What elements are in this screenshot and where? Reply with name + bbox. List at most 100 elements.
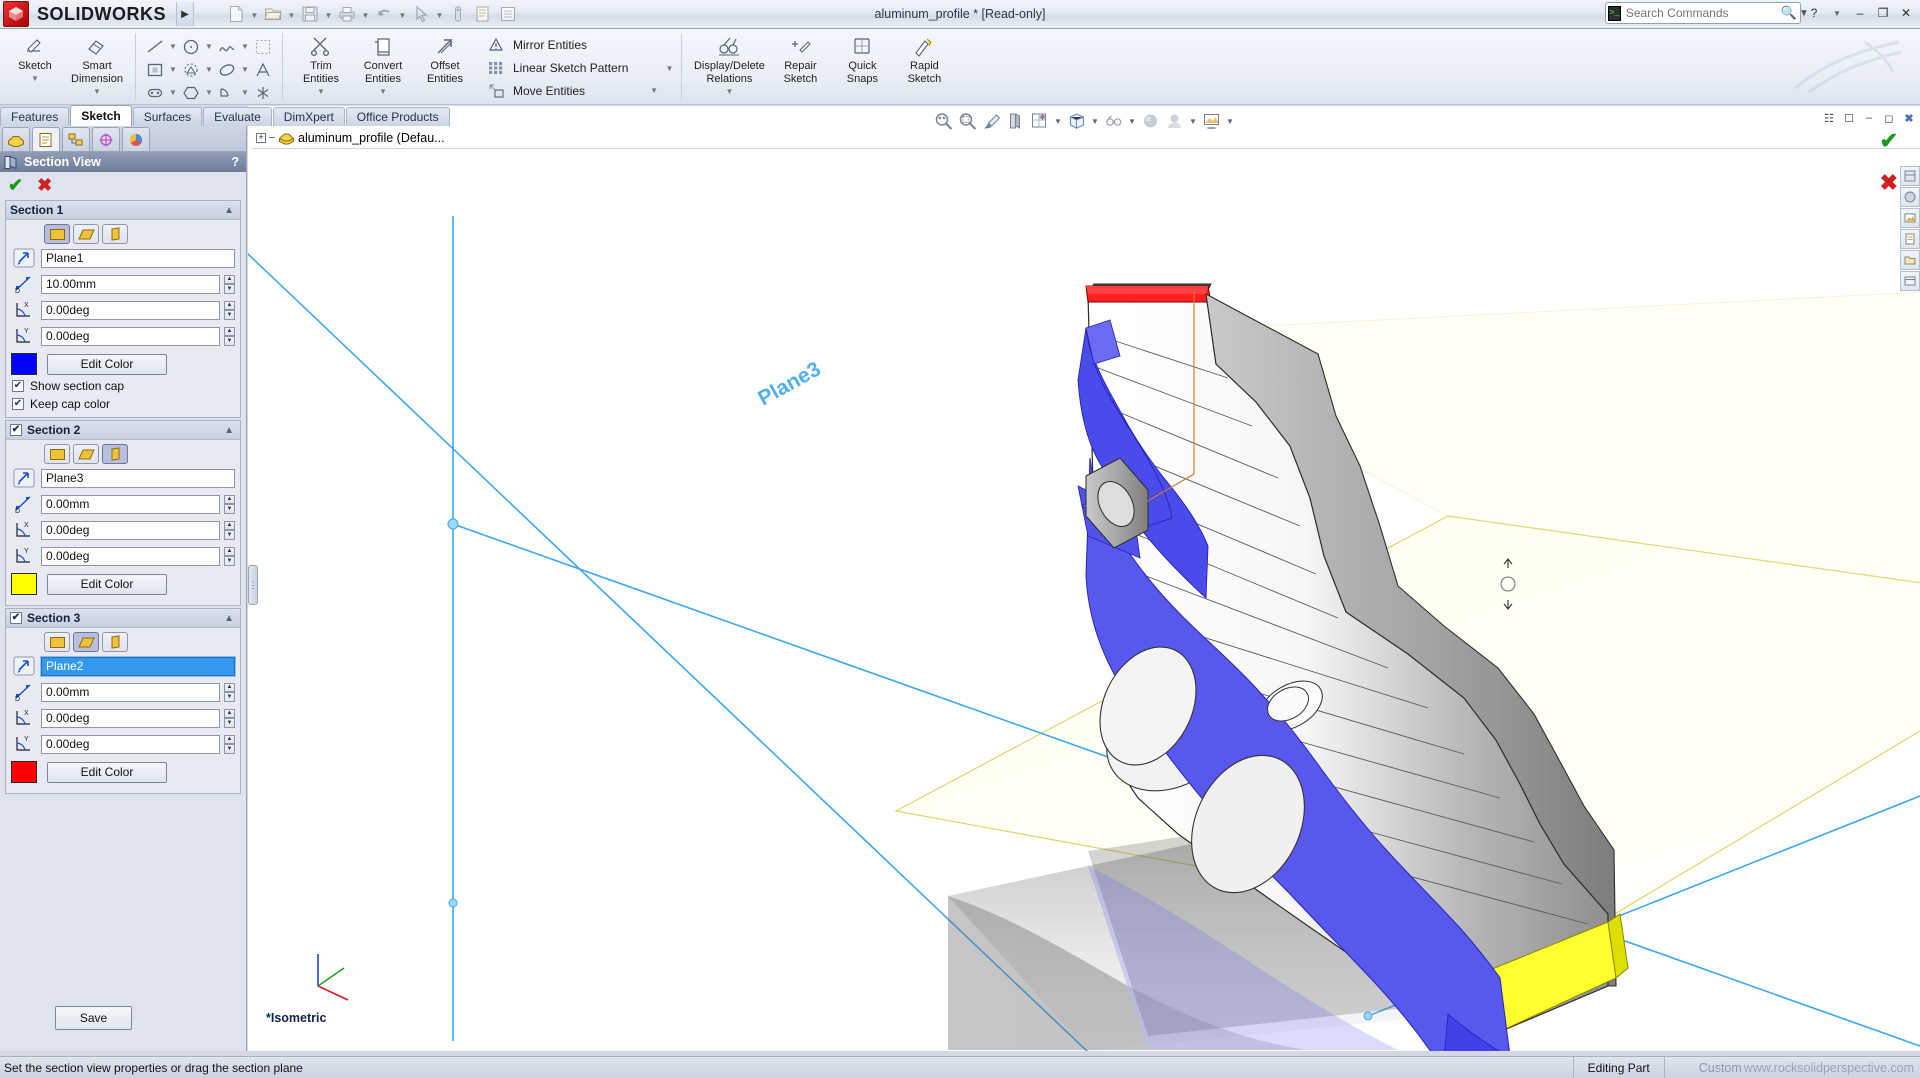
section-3-roty-spinner[interactable]: ▲▼ [224, 735, 235, 754]
tab-office-products[interactable]: Office Products [346, 107, 450, 126]
file-properties-icon[interactable] [471, 2, 495, 26]
select-cursor-icon[interactable] [409, 2, 433, 26]
rectangle-icon[interactable] [143, 60, 167, 80]
section-2-offset-field[interactable]: 0.00mm [41, 495, 220, 514]
rebuild-icon[interactable] [446, 2, 470, 26]
section-3-offset-spinner[interactable]: ▲▼ [224, 683, 235, 702]
linear-sketch-pattern-item[interactable]: Linear Sketch Pattern ▼ [484, 57, 674, 80]
smart-dimension-button[interactable]: Smart Dimension ▼ [66, 31, 128, 96]
section-1-collapse-icon[interactable]: ▲ [224, 205, 234, 216]
help-question-icon[interactable]: ? [231, 155, 239, 169]
rectangle-dropdown-icon[interactable]: ▼ [168, 60, 178, 80]
circle-dropdown-icon[interactable]: ▼ [204, 37, 214, 57]
smart-dimension-dropdown-icon[interactable]: ▼ [93, 87, 101, 96]
tab-evaluate[interactable]: Evaluate [203, 107, 272, 126]
slot-icon[interactable] [143, 83, 167, 103]
polygon-icon[interactable] [179, 83, 203, 103]
design-library-icon[interactable] [1900, 250, 1920, 270]
reference-plane-selector-icon[interactable] [11, 467, 37, 489]
confirm-cancel-icon[interactable]: ✖ [1880, 170, 1898, 196]
hide-show-items-icon[interactable] [1103, 110, 1125, 132]
section-1-roty-spinner[interactable]: ▲▼ [224, 327, 235, 346]
section-1-plane-front-button[interactable] [44, 224, 70, 244]
panel-splitter-handle[interactable]: ⋮ [248, 565, 258, 605]
text-icon[interactable] [251, 60, 275, 80]
arc-dropdown-icon[interactable]: ▼ [240, 83, 250, 103]
section-2-offset-spinner[interactable]: ▲▼ [224, 495, 235, 514]
view-settings-dropdown-icon[interactable]: ▼ [1225, 110, 1236, 132]
property-manager-tab[interactable] [32, 127, 60, 151]
section-2-plane-field[interactable]: Plane3 [41, 469, 235, 488]
minimize-button[interactable]: – [1850, 3, 1870, 23]
section-3-plane-field[interactable]: Plane2 [41, 657, 235, 676]
feature-tree-root-label[interactable]: aluminum_profile (Defau... [298, 131, 445, 145]
spline-icon[interactable] [215, 37, 239, 57]
section-3-rotx-spinner[interactable]: ▲▼ [224, 709, 235, 728]
section-1-header[interactable]: Section 1 ▲ [6, 201, 240, 220]
section-2-enable-checkbox[interactable]: ✔ [10, 424, 22, 436]
zoom-to-area-icon[interactable] [957, 110, 979, 132]
section-3-header[interactable]: ✔ Section 3 ▲ [6, 609, 240, 628]
quick-snaps-button[interactable]: Quick Snaps [831, 31, 893, 85]
save-dropdown-icon[interactable]: ▼ [323, 2, 334, 26]
close-window-icon[interactable]: ✖ [1900, 110, 1918, 126]
mirror-entities-item[interactable]: Mirror Entities [484, 34, 617, 57]
section-3-edit-color-button[interactable]: Edit Color [47, 762, 167, 783]
section-2-plane-right-button[interactable] [102, 444, 128, 464]
section-1-edit-color-button[interactable]: Edit Color [47, 354, 167, 375]
slot-dropdown-icon[interactable]: ▼ [168, 83, 178, 103]
view-orientation-dropdown-icon[interactable]: ▼ [1053, 110, 1064, 132]
help-icon[interactable]: ? [1804, 3, 1824, 23]
polygon-sketch-dropdown-icon[interactable]: ▼ [204, 60, 214, 80]
zoom-to-fit-icon[interactable] [933, 110, 955, 132]
maximize-window-icon[interactable]: ◻ [1880, 110, 1898, 126]
print-dropdown-icon[interactable]: ▼ [360, 2, 371, 26]
section-2-rotx-spinner[interactable]: ▲▼ [224, 521, 235, 540]
edit-appearance-icon[interactable] [1140, 110, 1162, 132]
open-document-icon[interactable] [261, 2, 285, 26]
feature-manager-tab[interactable] [2, 127, 30, 151]
section-2-roty-spinner[interactable]: ▲▼ [224, 547, 235, 566]
show-section-cap-row[interactable]: ✔ Show section cap [11, 379, 235, 393]
options-icon[interactable] [496, 2, 520, 26]
rapid-sketch-button[interactable]: Rapid Sketch [893, 31, 955, 85]
confirm-ok-icon[interactable]: ✔ [1880, 128, 1898, 154]
sketch-dropdown-icon[interactable]: ▼ [31, 74, 39, 83]
tile-windows-icon[interactable]: ☷ [1820, 110, 1838, 126]
section-1-rotx-field[interactable]: 0.00deg [41, 301, 220, 320]
display-delete-relations-button[interactable]: Display/Delete Relations ▼ [689, 31, 769, 96]
apply-scene-dropdown-icon[interactable]: ▼ [1188, 110, 1199, 132]
section-1-offset-spinner[interactable]: ▲▼ [224, 275, 235, 294]
graphics-viewport[interactable]: ▼ ▼ ▼ ▼ ▼ ☷ ☐ – ◻ ✖ ✔ ✖ [248, 106, 1920, 1051]
apply-scene-icon[interactable] [1164, 110, 1186, 132]
section-3-collapse-icon[interactable]: ▲ [224, 613, 234, 624]
ellipse-icon[interactable] [215, 60, 239, 80]
convert-dropdown-icon[interactable]: ▼ [379, 87, 387, 96]
section-3-enable-checkbox[interactable]: ✔ [10, 612, 22, 624]
polygon-dropdown-icon[interactable]: ▼ [204, 83, 214, 103]
search-input[interactable] [1626, 6, 1781, 20]
configuration-manager-tab[interactable] [62, 127, 90, 151]
keep-cap-color-row[interactable]: ✔ Keep cap color [11, 397, 235, 411]
section-1-plane-field[interactable]: Plane1 [41, 249, 235, 268]
section-2-collapse-icon[interactable]: ▲ [224, 425, 234, 436]
section-1-plane-right-button[interactable] [102, 224, 128, 244]
section-1-color-swatch[interactable] [11, 353, 37, 375]
offset-entities-button[interactable]: Offset Entities [414, 31, 476, 85]
section-2-plane-front-button[interactable] [44, 444, 70, 464]
arc-icon[interactable] [215, 83, 239, 103]
point-icon[interactable] [251, 83, 275, 103]
display-style-dropdown-icon[interactable]: ▼ [1090, 110, 1101, 132]
section-3-rotx-field[interactable]: 0.00deg [41, 709, 220, 728]
sketch-button[interactable]: Sketch ▼ [4, 31, 66, 83]
restore-button[interactable]: ❐ [1873, 3, 1893, 23]
section-1-roty-field[interactable]: 0.00deg [41, 327, 220, 346]
section-view-icon[interactable] [1005, 110, 1027, 132]
reference-plane-selector-icon[interactable] [11, 655, 37, 677]
custom-properties-icon[interactable] [1900, 229, 1920, 249]
ellipse-dropdown-icon[interactable]: ▼ [240, 60, 250, 80]
close-button[interactable]: ✕ [1896, 3, 1916, 23]
tab-features[interactable]: Features [0, 107, 69, 126]
search-icon[interactable]: 🔍 [1781, 5, 1797, 21]
undo-icon[interactable] [372, 2, 396, 26]
